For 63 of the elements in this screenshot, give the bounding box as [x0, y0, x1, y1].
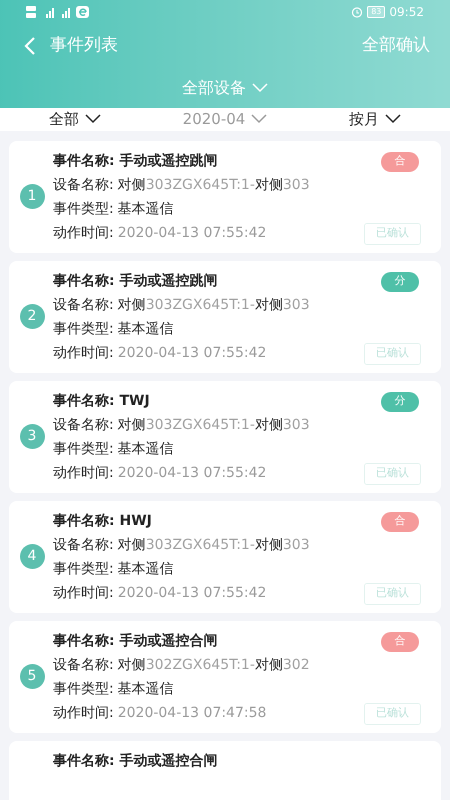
- event-type: 基本遥信: [118, 440, 174, 458]
- status-tag: 合: [381, 152, 419, 172]
- field-label: 动作时间:: [53, 704, 115, 722]
- field-label: 事件类型:: [53, 320, 115, 338]
- field-label: 设备名称:: [53, 656, 115, 674]
- event-card[interactable]: 4 事件名称: HWJ 设备名称: 对侧303ZGX645T:1-对侧303 事件类型: 基本遥信 动作时间: 2020-04-13 07:55:42 合 已确认: [9, 500, 441, 612]
- event-type: 基本遥信: [118, 560, 174, 578]
- device-name: 对侧302ZGX645T:1-对侧302: [118, 656, 310, 674]
- event-time: 2020-04-13 07:55:42: [118, 584, 266, 602]
- alarm-icon: [351, 6, 364, 18]
- chevron-down-icon: [252, 83, 268, 93]
- field-label: 动作时间:: [53, 224, 115, 242]
- event-name: 事件名称: 手动或遥控跳闸: [53, 152, 218, 170]
- filter-dropdown[interactable]: 按月: [300, 108, 450, 130]
- index-badge: 1: [20, 184, 44, 209]
- device-name: 对侧303ZGX645T:1-对侧303: [118, 416, 310, 434]
- index-badge: 2: [20, 304, 44, 329]
- field-label: 动作时间:: [53, 584, 115, 602]
- event-time: 2020-04-13 07:55:42: [118, 344, 266, 362]
- event-time: 2020-04-13 07:47:58: [118, 704, 266, 722]
- field-label: 事件类型:: [53, 440, 115, 458]
- status-tag: 合: [381, 512, 419, 532]
- clock: 09:52: [389, 4, 424, 21]
- event-time: 2020-04-13 07:55:42: [118, 224, 266, 242]
- back-button[interactable]: [24, 36, 38, 56]
- device-name: 对侧303ZGX645T:1-对侧303: [118, 536, 310, 554]
- event-name: 事件名称: HWJ: [53, 512, 152, 530]
- chevron-down-icon: [385, 114, 401, 124]
- field-label: 事件类型:: [53, 200, 115, 218]
- event-card[interactable]: 2 事件名称: 手动或遥控跳闸 设备名称: 对侧303ZGX645T:1-对侧303 事件类型: 基本遥信 动作时间: 2020-04-13 07:55:42 分 已确认: [9, 260, 441, 372]
- field-label: 事件类型:: [53, 680, 115, 698]
- event-name: 事件名称: 手动或遥控合闸: [53, 752, 218, 770]
- page-title: 事件列表: [50, 34, 118, 58]
- field-label: 动作时间:: [53, 464, 115, 482]
- index-badge: 3: [20, 424, 44, 449]
- event-time: 2020-04-13 07:55:42: [118, 464, 266, 482]
- battery-icon: 83: [367, 6, 386, 18]
- chevron-down-icon: [85, 114, 101, 124]
- field-label: 事件类型:: [53, 560, 115, 578]
- device-name: 对侧303ZGX645T:1-对侧303: [118, 296, 310, 314]
- event-type: 基本遥信: [118, 320, 174, 338]
- field-label: 设备名称:: [53, 416, 115, 434]
- event-name: 事件名称: TWJ: [53, 392, 150, 410]
- index-badge: 4: [20, 544, 44, 569]
- status-tag: 合: [381, 632, 419, 652]
- index-badge: 5: [20, 664, 44, 689]
- filter-dropdown[interactable]: 全部: [0, 108, 150, 130]
- device-name: 对侧303ZGX645T:1-对侧303: [118, 176, 310, 194]
- event-card[interactable]: 5 事件名称: 手动或遥控合闸 设备名称: 对侧302ZGX645T:1-对侧302 事件类型: 基本遥信 动作时间: 2020-04-13 07:47:58 合 已确认: [9, 620, 441, 732]
- event-name: 事件名称: 手动或遥控合闸: [53, 632, 218, 650]
- status-tag: 分: [381, 392, 419, 412]
- event-card[interactable]: 3 事件名称: TWJ 设备名称: 对侧303ZGX645T:1-对侧303 事件类型: 基本遥信 动作时间: 2020-04-13 07:55:42 分 已确认: [9, 380, 441, 492]
- event-type: 基本遥信: [118, 680, 174, 698]
- field-label: 动作时间:: [53, 344, 115, 362]
- field-label: 设备名称:: [53, 536, 115, 554]
- event-name: 事件名称: 手动或遥控跳闸: [53, 272, 218, 290]
- event-type: 基本遥信: [118, 200, 174, 218]
- chevron-down-icon: [251, 114, 268, 124]
- event-card[interactable]: 事件名称: 手动或遥控合闸: [9, 740, 441, 800]
- field-label: 设备名称:: [53, 296, 115, 314]
- field-label: 设备名称:: [53, 176, 115, 194]
- status-tag: 分: [381, 272, 419, 292]
- event-card[interactable]: 1 事件名称: 手动或遥控跳闸 设备名称: 对侧303ZGX645T:1-对侧303 事件类型: 基本遥信 动作时间: 2020-04-13 07:55:42 合 已确认: [9, 140, 441, 252]
